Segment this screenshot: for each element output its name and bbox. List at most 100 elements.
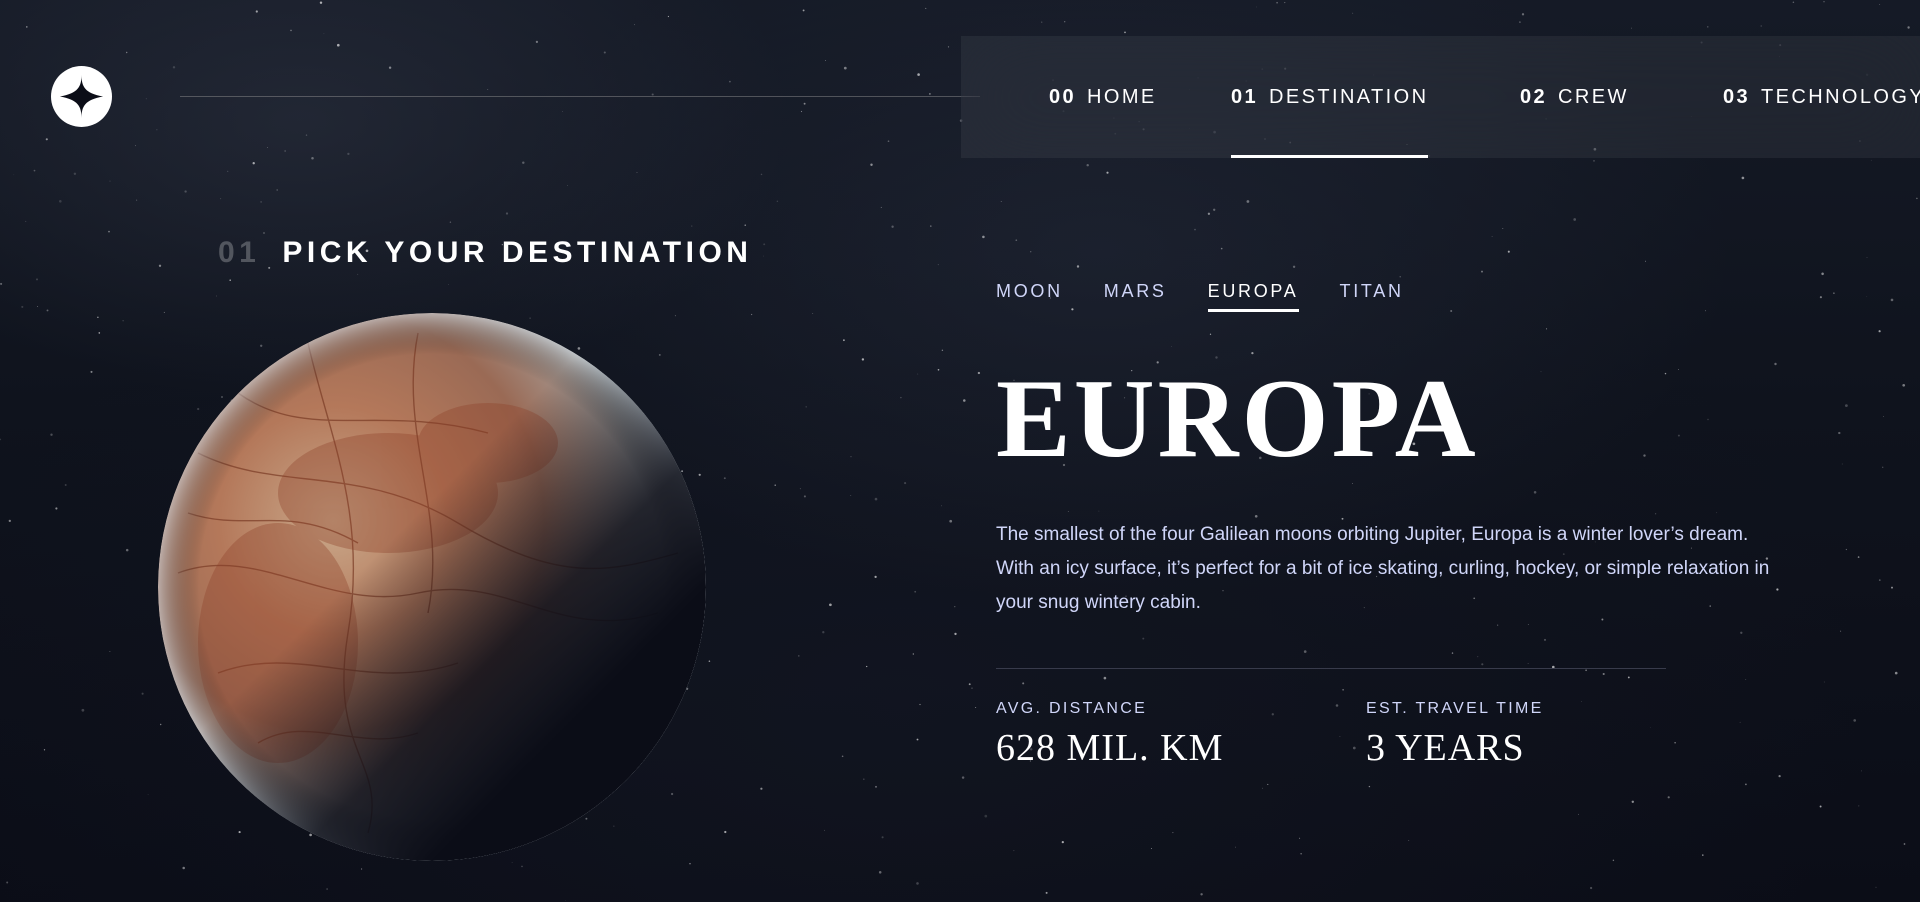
star (916, 738, 919, 741)
star (585, 817, 588, 820)
star (238, 831, 241, 834)
star (255, 10, 258, 13)
star (81, 708, 85, 712)
avg-distance-label: AVG. DISTANCE (996, 700, 1148, 717)
tab-moon[interactable]: MOON (996, 281, 1063, 312)
star (1866, 257, 1868, 259)
star (1627, 676, 1630, 679)
star (949, 519, 953, 523)
star (163, 311, 165, 313)
star (800, 110, 803, 113)
star (1171, 346, 1172, 347)
star (522, 161, 525, 164)
star (1124, 31, 1126, 34)
star (260, 201, 262, 203)
star (1527, 624, 1529, 626)
star (50, 433, 53, 436)
star (158, 264, 162, 267)
star (1631, 800, 1634, 803)
star (636, 172, 638, 173)
star (1335, 704, 1339, 707)
star (1300, 853, 1302, 855)
star (1903, 843, 1906, 845)
star (863, 778, 865, 780)
star (1664, 372, 1667, 375)
tab-europa[interactable]: EUROPA (1207, 281, 1299, 312)
star (954, 632, 957, 636)
star (1716, 512, 1718, 514)
star (1654, 513, 1657, 515)
star (336, 43, 340, 47)
nav-item-number: 01 (1231, 85, 1259, 108)
star (1776, 588, 1779, 591)
star (267, 146, 268, 148)
star (1739, 721, 1741, 723)
star (1774, 362, 1777, 366)
nav-item-home[interactable]: 00 HOME (1049, 36, 1157, 158)
star (1481, 270, 1483, 273)
star (1857, 556, 1860, 558)
star (448, 283, 450, 285)
star (691, 225, 693, 227)
nav-item-number: 00 (1049, 85, 1077, 108)
star (290, 29, 292, 32)
travel-time-label: EST. TRAVEL TIME (1366, 700, 1544, 717)
star (323, 33, 325, 35)
nav-item-crew[interactable]: 02 CREW (1520, 36, 1629, 158)
star (1352, 746, 1356, 750)
star (729, 80, 731, 83)
star (914, 590, 917, 593)
star (1352, 12, 1354, 14)
star (1593, 160, 1595, 162)
star (1142, 637, 1145, 640)
star (929, 93, 931, 95)
star (90, 370, 93, 373)
star (45, 138, 48, 141)
star (1645, 260, 1646, 262)
star (1533, 491, 1537, 494)
star (912, 653, 914, 655)
star (309, 833, 312, 837)
star (1740, 631, 1743, 634)
star (874, 497, 878, 501)
travel-time-value: 3 YEARS (1366, 727, 1525, 769)
star (874, 575, 877, 579)
star (1643, 454, 1646, 457)
star (674, 315, 676, 317)
star (1399, 276, 1401, 278)
star (156, 129, 158, 131)
star (260, 344, 263, 347)
nav-item-technology[interactable]: 03 TECHNOLOGY (1723, 36, 1920, 158)
star (357, 273, 359, 275)
star (724, 830, 727, 834)
star (1778, 774, 1781, 778)
star (319, 1, 323, 4)
star (1573, 218, 1577, 221)
star (891, 225, 894, 228)
star (21, 305, 24, 308)
star (866, 665, 868, 668)
star (1209, 333, 1212, 335)
star (26, 26, 28, 28)
star (1368, 785, 1371, 788)
tab-titan[interactable]: TITAN (1340, 281, 1404, 312)
star (850, 456, 852, 458)
nav-item-destination[interactable]: 01 DESTINATION (1231, 36, 1429, 158)
star (1902, 383, 1906, 387)
star (388, 66, 392, 69)
star (449, 221, 452, 223)
logo-icon[interactable] (51, 66, 112, 127)
star (1235, 846, 1236, 848)
star (184, 190, 187, 193)
star (984, 814, 988, 818)
star (1339, 736, 1341, 737)
star (284, 150, 286, 152)
star (1821, 272, 1824, 276)
star (760, 787, 763, 790)
star (1792, 1, 1795, 3)
star (870, 163, 873, 167)
star (221, 396, 223, 398)
star (829, 603, 832, 607)
star (361, 868, 363, 870)
tab-mars[interactable]: MARS (1104, 281, 1167, 312)
